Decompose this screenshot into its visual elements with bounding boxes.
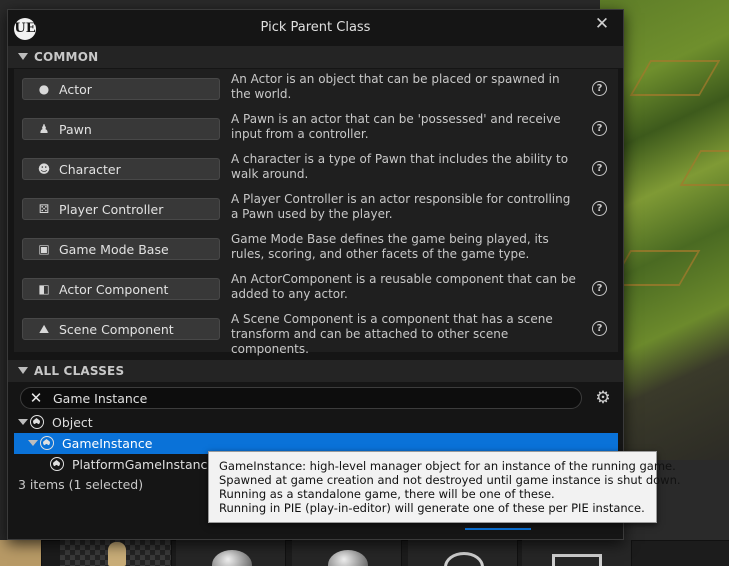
frame-icon [552, 554, 602, 566]
actor-component-icon: ◧ [38, 282, 50, 296]
chevron-down-icon[interactable] [18, 419, 28, 425]
clear-search-icon[interactable]: ✕ [27, 389, 45, 407]
help-icon[interactable]: ? [592, 281, 607, 296]
item-count-status: 3 items (1 selected) [18, 477, 144, 492]
class-row-pawn: ♟ Pawn A Pawn is an actor that can be 'p… [14, 109, 618, 149]
class-button-label: Scene Component [59, 322, 174, 337]
pawn-class-button[interactable]: ♟ Pawn [22, 118, 220, 140]
character-icon: ☻ [37, 162, 51, 176]
asset-thumbnail[interactable] [522, 540, 632, 566]
gear-icon[interactable]: ⚙ [593, 388, 613, 408]
class-row-scene-component: ⛰ Scene Component A Scene Component is a… [14, 309, 618, 356]
class-description: A character is a type of Pawn that inclu… [231, 152, 569, 181]
all-classes-section-header[interactable]: ALL CLASSES [8, 360, 623, 382]
tree-node-object[interactable]: Object [14, 412, 618, 433]
asset-thumbnail[interactable] [60, 540, 172, 566]
tooltip-line: Running in PIE (play-in-editor) will gen… [219, 501, 645, 515]
help-icon[interactable]: ? [592, 121, 607, 136]
class-search-box: ✕ [20, 387, 582, 409]
class-tooltip: GameInstance: high-level manager object … [208, 451, 681, 523]
actor-class-button[interactable]: ● Actor [22, 78, 220, 100]
tooltip-line: Spawned at game creation and not destroy… [219, 473, 681, 487]
class-row-character: ☻ Character A character is a type of Paw… [14, 149, 618, 189]
asset-thumbnail[interactable] [408, 540, 518, 566]
tooltip-line: GameInstance: high-level manager object … [219, 459, 676, 473]
scene-component-icon: ⛰ [38, 322, 50, 336]
class-button-label: Player Controller [59, 202, 164, 217]
class-button-label: Game Mode Base [59, 242, 169, 257]
asset-thumbnail[interactable] [0, 540, 42, 566]
scene-component-class-button[interactable]: ⛰ Scene Component [22, 318, 220, 340]
class-description: An ActorComponent is a reusable componen… [231, 272, 576, 301]
asset-thumbnail[interactable] [176, 540, 286, 566]
game-mode-icon: ▣ [38, 242, 50, 256]
floor-tile [679, 150, 729, 186]
help-icon[interactable]: ? [592, 161, 607, 176]
class-icon [50, 457, 64, 471]
asset-thumbnail[interactable] [292, 540, 402, 566]
help-icon[interactable]: ? [592, 201, 607, 216]
class-description: An Actor is an object that can be placed… [231, 72, 560, 101]
floor-tile [629, 60, 721, 96]
actor-component-class-button[interactable]: ◧ Actor Component [22, 278, 220, 300]
class-description: A Pawn is an actor that can be 'possesse… [231, 112, 561, 141]
actor-icon: ● [38, 82, 50, 96]
class-row-player-controller: ⚄ Player Controller A Player Controller … [14, 189, 618, 229]
class-button-label: Actor Component [59, 282, 169, 297]
chevron-down-icon [18, 53, 28, 60]
chess-piece-icon [108, 542, 126, 566]
chevron-down-icon[interactable] [28, 440, 38, 446]
common-classes-list: ● Actor An Actor is an object that can b… [14, 69, 618, 356]
tooltip-line: Running as a standalone game, there will… [219, 487, 555, 501]
class-row-actor: ● Actor An Actor is an object that can b… [14, 69, 618, 109]
gamepad-icon: ⚄ [38, 202, 50, 216]
class-row-game-mode-base: ▣ Game Mode Base Game Mode Base defines … [14, 229, 618, 269]
class-description: A Player Controller is an actor responsi… [231, 192, 571, 221]
tree-node-label: GameInstance [62, 436, 153, 451]
class-description: A Scene Component is a component that ha… [231, 312, 553, 356]
help-icon[interactable]: ? [592, 321, 607, 336]
search-input[interactable] [53, 390, 573, 406]
select-button[interactable] [465, 524, 531, 530]
dialog-titlebar[interactable]: UE Pick Parent Class ✕ [8, 10, 623, 44]
pawn-icon: ♟ [38, 122, 50, 136]
chevron-down-icon [18, 367, 28, 374]
character-class-button[interactable]: ☻ Character [22, 158, 220, 180]
game-mode-base-class-button[interactable]: ▣ Game Mode Base [22, 238, 220, 260]
ring-icon [444, 552, 484, 566]
dialog-title: Pick Parent Class [260, 20, 371, 35]
tree-node-label: PlatformGameInstance [72, 457, 216, 472]
sphere-icon [212, 550, 252, 566]
class-button-label: Actor [59, 82, 92, 97]
help-icon[interactable]: ? [592, 81, 607, 96]
class-icon [40, 436, 54, 450]
class-row-actor-component: ◧ Actor Component An ActorComponent is a… [14, 269, 618, 309]
tree-node-label: Object [52, 415, 93, 430]
class-description: Game Mode Base defines the game being pl… [231, 232, 549, 261]
player-controller-class-button[interactable]: ⚄ Player Controller [22, 198, 220, 220]
section-label: COMMON [34, 50, 99, 64]
class-icon [30, 415, 44, 429]
close-icon[interactable]: ✕ [592, 14, 612, 34]
class-button-label: Pawn [59, 122, 92, 137]
class-button-label: Character [59, 162, 121, 177]
common-section-header[interactable]: COMMON [8, 46, 623, 68]
section-label: ALL CLASSES [34, 364, 125, 378]
sphere-icon [328, 550, 368, 566]
